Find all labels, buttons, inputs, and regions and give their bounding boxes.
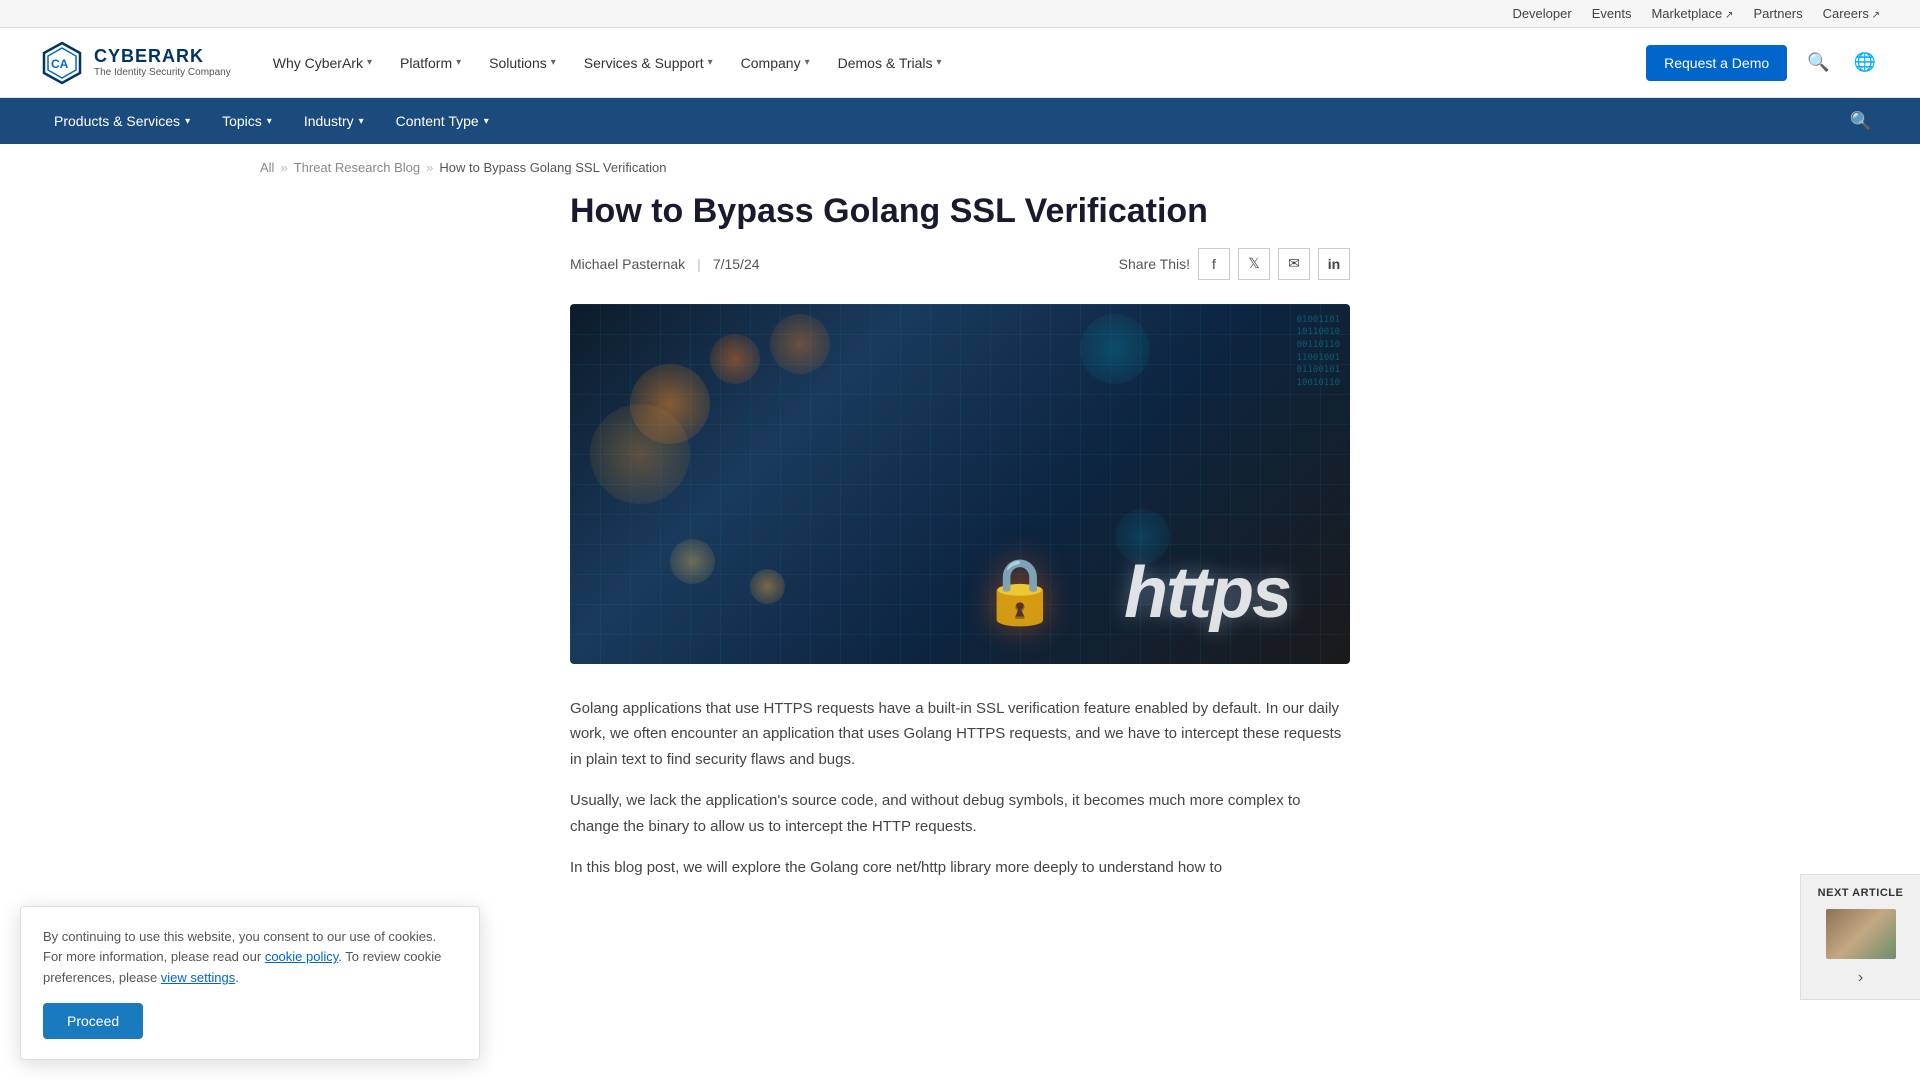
bokeh-circle: [670, 539, 715, 584]
cookie-banner: By continuing to use this website, you c…: [20, 906, 480, 1060]
secondary-search-button[interactable]: 🔍: [1842, 107, 1880, 136]
twitter-icon: 𝕏: [1248, 255, 1259, 272]
linkedin-icon: in: [1328, 256, 1340, 272]
bokeh-circle: [710, 334, 760, 384]
logo-icon: CA: [40, 41, 84, 85]
secondary-nav-topics[interactable]: Topics ▾: [208, 105, 286, 137]
utility-careers[interactable]: Careers: [1823, 6, 1880, 21]
article-meta: Michael Pasternak | 7/15/24 Share This! …: [570, 248, 1350, 280]
arrow-right-icon: ›: [1858, 969, 1863, 987]
breadcrumb-all[interactable]: All: [260, 160, 274, 175]
utility-marketplace[interactable]: Marketplace: [1651, 6, 1733, 21]
utility-developer[interactable]: Developer: [1512, 6, 1571, 21]
chevron-down-icon: ▾: [708, 57, 713, 68]
chevron-down-icon: ▾: [805, 57, 810, 68]
binary-overlay: 0100110110110010001101101100100101100101…: [1297, 314, 1340, 390]
breadcrumb-current: How to Bypass Golang SSL Verification: [439, 160, 666, 175]
nav-company[interactable]: Company ▾: [729, 47, 822, 79]
https-text: https: [1124, 552, 1290, 634]
request-demo-button[interactable]: Request a Demo: [1646, 45, 1787, 81]
view-settings-link[interactable]: view settings: [161, 970, 235, 985]
breadcrumb-threat-research[interactable]: Threat Research Blog: [294, 160, 420, 175]
search-icon: 🔍: [1807, 52, 1829, 72]
logo-name: CYBERARK: [94, 47, 231, 67]
chevron-down-icon: ▾: [456, 57, 461, 68]
share-facebook-button[interactable]: f: [1198, 248, 1230, 280]
secondary-nav-products-services[interactable]: Products & Services ▾: [40, 105, 204, 137]
bokeh-circle: [770, 314, 830, 374]
email-icon: ✉: [1288, 255, 1300, 272]
cookie-policy-link[interactable]: cookie policy: [265, 949, 338, 964]
utility-bar: Developer Events Marketplace Partners Ca…: [0, 0, 1920, 28]
logo-tagline: The Identity Security Company: [94, 67, 231, 78]
chevron-down-icon: ▾: [359, 116, 364, 127]
cookie-text-after: .: [235, 970, 239, 985]
secondary-nav-content-type[interactable]: Content Type ▾: [382, 105, 503, 137]
share-linkedin-button[interactable]: in: [1318, 248, 1350, 280]
breadcrumb-separator: »: [280, 160, 287, 175]
chevron-down-icon: ▾: [937, 57, 942, 68]
globe-icon: 🌐: [1854, 52, 1876, 72]
lock-icon: 🔒: [980, 554, 1060, 629]
article-container: How to Bypass Golang SSL Verification Mi…: [530, 191, 1390, 937]
facebook-icon: f: [1212, 256, 1216, 272]
share-twitter-button[interactable]: 𝕏: [1238, 248, 1270, 280]
main-nav: CA CYBERARK The Identity Security Compan…: [0, 28, 1920, 98]
nav-demos-trials[interactable]: Demos & Trials ▾: [826, 47, 954, 79]
chevron-down-icon: ▾: [267, 116, 272, 127]
article-date: 7/15/24: [713, 256, 760, 272]
meta-divider: |: [697, 256, 701, 272]
secondary-nav: Products & Services ▾ Topics ▾ Industry …: [0, 98, 1920, 144]
search-icon: 🔍: [1850, 111, 1872, 131]
secondary-search-area: 🔍: [1842, 107, 1880, 136]
breadcrumb: All » Threat Research Blog » How to Bypa…: [0, 144, 1920, 191]
cookie-text: By continuing to use this website, you c…: [43, 927, 457, 989]
share-area: Share This! f 𝕏 ✉ in: [1119, 248, 1350, 280]
next-article-thumbnail: [1826, 909, 1896, 959]
logo[interactable]: CA CYBERARK The Identity Security Compan…: [40, 41, 231, 85]
utility-events[interactable]: Events: [1592, 6, 1632, 21]
article-body: Golang applications that use HTTPS reque…: [570, 696, 1350, 881]
next-article-label: NEXT ARTICLE: [1818, 887, 1904, 899]
article-paragraph: In this blog post, we will explore the G…: [570, 855, 1350, 881]
language-button[interactable]: 🌐: [1850, 48, 1880, 77]
article-title: How to Bypass Golang SSL Verification: [570, 191, 1350, 232]
article-author: Michael Pasternak: [570, 256, 685, 272]
next-article-panel[interactable]: NEXT ARTICLE ›: [1800, 874, 1920, 1000]
article-hero-image: 🔒 https 01001101101100100011011011001001…: [570, 304, 1350, 664]
chevron-down-icon: ▾: [185, 116, 190, 127]
nav-right: Request a Demo 🔍 🌐: [1646, 45, 1880, 81]
chevron-down-icon: ▾: [484, 116, 489, 127]
secondary-nav-industry[interactable]: Industry ▾: [290, 105, 378, 137]
breadcrumb-separator: »: [426, 160, 433, 175]
bokeh-circle: [590, 404, 690, 504]
proceed-button[interactable]: Proceed: [43, 1003, 143, 1039]
share-email-button[interactable]: ✉: [1278, 248, 1310, 280]
nav-platform[interactable]: Platform ▾: [388, 47, 473, 79]
nav-links: Why CyberArk ▾ Platform ▾ Solutions ▾ Se…: [261, 47, 1646, 79]
bokeh-circle: [1080, 314, 1150, 384]
article-paragraph: Usually, we lack the application's sourc…: [570, 788, 1350, 839]
chevron-down-icon: ▾: [551, 57, 556, 68]
share-label: Share This!: [1119, 256, 1190, 272]
search-button[interactable]: 🔍: [1803, 48, 1833, 77]
nav-solutions[interactable]: Solutions ▾: [477, 47, 568, 79]
nav-why-cyberark[interactable]: Why CyberArk ▾: [261, 47, 384, 79]
article-paragraph: Golang applications that use HTTPS reque…: [570, 696, 1350, 773]
svg-text:CA: CA: [51, 57, 69, 71]
utility-partners[interactable]: Partners: [1753, 6, 1802, 21]
bokeh-circle: [750, 569, 785, 604]
nav-services-support[interactable]: Services & Support ▾: [572, 47, 725, 79]
chevron-down-icon: ▾: [367, 57, 372, 68]
